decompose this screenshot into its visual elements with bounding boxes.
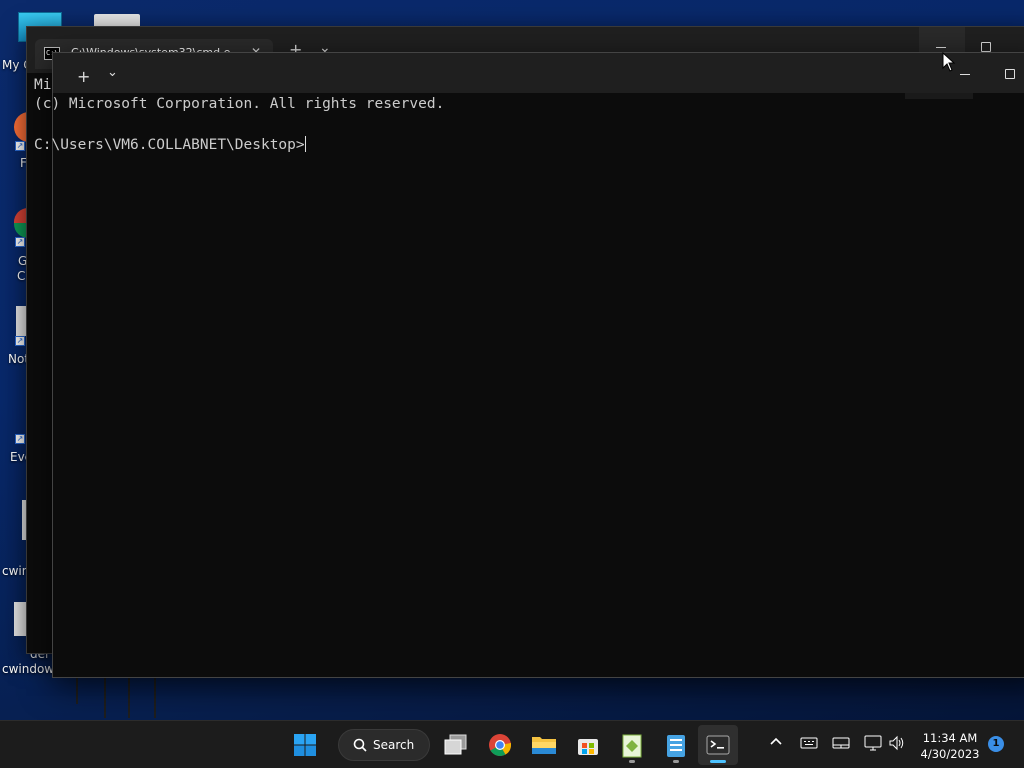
mouse-pointer-icon — [942, 52, 956, 72]
store-icon — [578, 739, 598, 755]
text-cursor — [304, 136, 306, 152]
terminal-line-2: (c) Microsoft Corporation. All rights re… — [34, 96, 445, 112]
desktop-icon-cwindow-file[interactable] — [14, 602, 26, 636]
clock-time: 11:34 AM — [922, 731, 978, 745]
terminal-prompt: C:\Users\VM6.COLLABNET\Desktop> — [34, 137, 305, 153]
windows-logo-icon — [294, 734, 316, 756]
shortcut-arrow-icon: ↗ — [15, 434, 25, 444]
search-button[interactable]: Search — [338, 729, 430, 761]
active-indicator — [710, 760, 726, 763]
tab-dropdown-button[interactable]: ⌄ — [107, 65, 118, 80]
search-icon — [353, 738, 367, 752]
minimize-icon — [960, 74, 970, 75]
show-hidden-icons-chevron-up-icon[interactable] — [769, 735, 783, 749]
shortcut-arrow-icon: ↗ — [15, 141, 25, 151]
running-indicator — [629, 760, 635, 763]
maximize-icon — [981, 42, 991, 52]
taskbar-store[interactable] — [568, 725, 608, 765]
terminal-prompt-line[interactable]: C:\Users\VM6.COLLABNET\Desktop> — [34, 134, 306, 153]
keyboard-icon[interactable] — [800, 736, 818, 753]
clock-date: 4/30/2023 — [920, 747, 980, 761]
task-view-button[interactable] — [436, 725, 476, 765]
ghost-window-edge — [76, 678, 156, 704]
minimize-icon — [936, 47, 946, 48]
touchpad-icon[interactable] — [832, 736, 850, 753]
search-label: Search — [373, 738, 415, 752]
task-view-icon — [444, 734, 467, 755]
taskbar: Search 11:34 AM 4/30/2023 — [0, 720, 1024, 768]
new-tab-button[interactable]: + — [77, 67, 90, 86]
terminal-icon — [706, 735, 730, 755]
taskbar-notepad[interactable] — [656, 725, 696, 765]
folder-icon — [532, 737, 556, 754]
taskbar-chrome[interactable] — [480, 725, 520, 765]
taskbar-file-explorer[interactable] — [524, 725, 564, 765]
running-indicator — [673, 760, 679, 763]
notification-badge[interactable]: 1 — [988, 736, 1004, 752]
maximize-button[interactable] — [991, 59, 1024, 89]
title-bar[interactable]: + ⌄ — [53, 53, 1024, 99]
notepad-plus-icon — [622, 734, 642, 758]
titlebar-hover-region — [905, 93, 973, 99]
chrome-icon — [489, 734, 511, 756]
notepad-icon — [667, 735, 685, 757]
desktop-label-chrome-2: C — [17, 269, 26, 283]
volume-icon[interactable] — [888, 735, 906, 754]
shortcut-arrow-icon: ↗ — [15, 237, 25, 247]
network-icon[interactable] — [864, 735, 882, 754]
clock[interactable]: 11:34 AM 4/30/2023 — [915, 730, 985, 762]
terminal-line-1: Mi — [34, 77, 52, 93]
taskbar-notepad-plus[interactable] — [612, 725, 652, 765]
shortcut-arrow-icon: ↗ — [15, 336, 25, 346]
desktop-label-cwindow: cwindow — [2, 662, 55, 676]
start-button[interactable] — [285, 725, 325, 765]
maximize-icon — [1005, 69, 1015, 79]
taskbar-terminal[interactable] — [698, 725, 738, 765]
